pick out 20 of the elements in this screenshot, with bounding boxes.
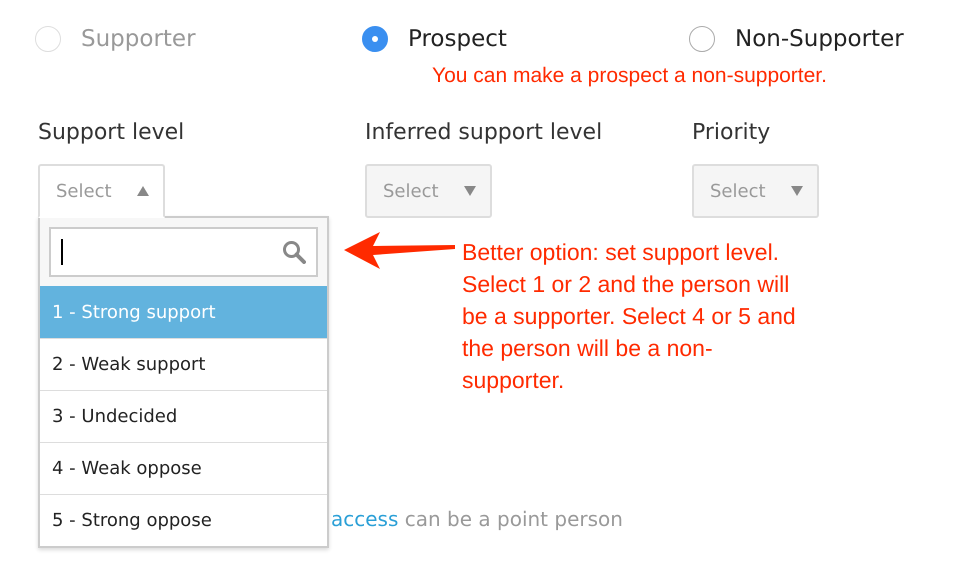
caret-icon <box>464 186 476 196</box>
caret-icon <box>137 186 149 196</box>
field-label: Inferred support level <box>365 120 604 147</box>
field-label: Priority <box>692 120 772 147</box>
dropdown-option[interactable]: 2 - Weak support <box>40 338 327 390</box>
radio-button[interactable] <box>362 26 388 52</box>
radio-label[interactable]: Prospect <box>408 26 507 52</box>
search-field[interactable] <box>49 227 318 277</box>
footer-text: access can be a point person <box>331 507 623 531</box>
radio-label[interactable]: Non-Supporter <box>735 26 904 52</box>
search-icon <box>282 240 306 264</box>
annotation-note: You can make a prospect a non-supporter. <box>432 64 828 88</box>
text-cursor <box>61 239 63 265</box>
dropdown-option[interactable]: 4 - Weak oppose <box>40 442 327 494</box>
dropdown-option[interactable]: 3 - Undecided <box>40 390 327 442</box>
dropdown-option[interactable]: 5 - Strong oppose <box>40 494 327 546</box>
caret-icon <box>791 186 803 196</box>
annotation-text: Better option: set support level. Select 1 or 2 and the person will be a supporter. Select 4 or 5 and the person will be a non-supporter. <box>462 238 797 395</box>
radio-button[interactable] <box>689 26 715 52</box>
field-label: Support level <box>38 120 186 147</box>
